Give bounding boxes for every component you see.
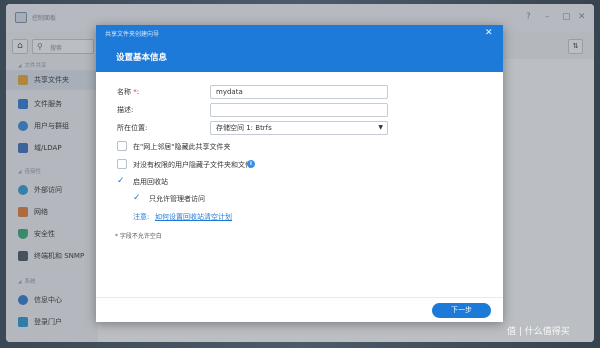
required-field-note: * 字段不允许空白 xyxy=(115,233,162,240)
note-label: 注意: xyxy=(133,213,150,221)
admin-only-checkbox[interactable]: ✓ xyxy=(133,193,143,203)
location-label: 所在位置: xyxy=(117,124,148,132)
hide-subfolders-label: 对没有权限的用户隐藏子文件夹和文件 xyxy=(133,161,252,169)
description-field[interactable] xyxy=(210,103,388,117)
hide-subfolders-checkbox[interactable] xyxy=(117,159,127,169)
dialog-header: 共享文件夹创建向导 ✕ 设置基本信息 xyxy=(96,25,503,72)
name-field[interactable]: mydata xyxy=(210,85,388,99)
hide-in-network-checkbox[interactable] xyxy=(117,141,127,151)
dropdown-arrow-icon: ▼ xyxy=(378,124,383,131)
info-icon[interactable]: i xyxy=(247,160,255,168)
name-label: 名称 *: xyxy=(117,88,140,96)
shared-folder-wizard-dialog: 共享文件夹创建向导 ✕ 设置基本信息 名称 *: mydata 描述: 所在位置… xyxy=(96,25,503,322)
location-select[interactable]: 存储空间 1: Btrfs ▼ xyxy=(210,121,388,135)
watermark: 值 | 什么值得买 xyxy=(507,327,570,337)
recycle-bin-checkbox[interactable]: ✓ xyxy=(117,176,127,186)
dialog-title: 共享文件夹创建向导 xyxy=(105,31,160,38)
next-button[interactable]: 下一步 xyxy=(432,303,491,318)
admin-only-label: 只允许管理者访问 xyxy=(149,195,205,203)
close-icon[interactable]: ✕ xyxy=(485,28,493,38)
dialog-subtitle: 设置基本信息 xyxy=(116,53,168,63)
description-label: 描述: xyxy=(117,106,134,114)
hide-in-network-label: 在"网上邻居"隐藏此共享文件夹 xyxy=(133,143,231,151)
recycle-schedule-link[interactable]: 如何设置回收站清空计划 xyxy=(155,212,232,222)
footer-divider xyxy=(96,297,503,298)
recycle-bin-label: 启用回收站 xyxy=(133,178,168,186)
location-value: 存储空间 1: Btrfs xyxy=(216,124,272,132)
